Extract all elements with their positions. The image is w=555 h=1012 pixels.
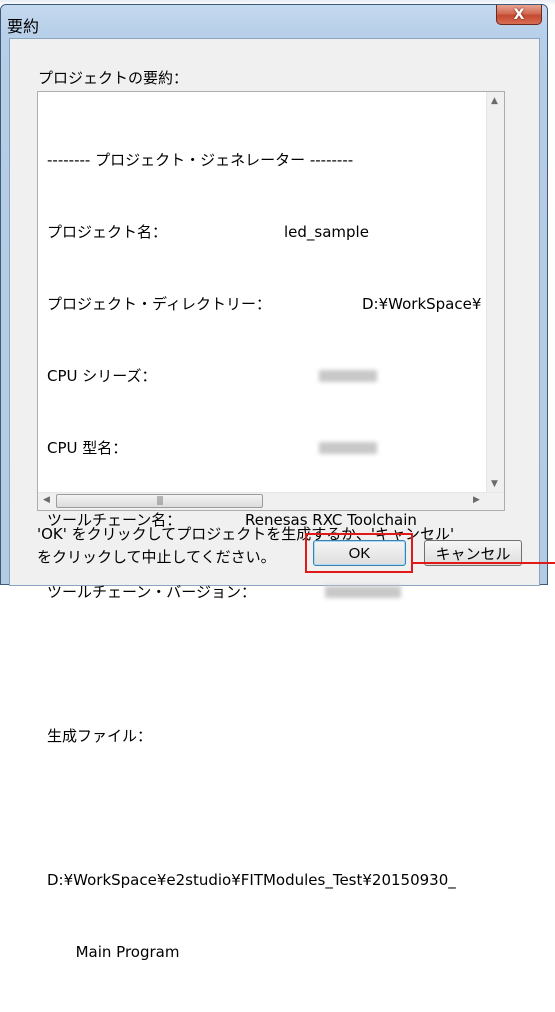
redacted-value <box>319 370 377 382</box>
summary-line: プロジェクト名： led_sample <box>47 220 456 244</box>
scroll-up-icon[interactable]: ▲ <box>491 96 498 106</box>
summary-line: プロジェクト・ディレクトリー： D:¥WorkSpace¥ <box>47 292 481 316</box>
scrollbar-thumb[interactable]: ||| <box>56 494 263 508</box>
project-dir-value: D:¥WorkSpace¥ <box>362 295 482 313</box>
summary-line <box>47 652 456 676</box>
summary-line: CPU シリーズ： <box>47 364 456 388</box>
summary-line: -------- プロジェクト・ジェネレーター -------- <box>47 151 354 169</box>
summary-label: プロジェクトの要約： <box>38 69 189 87</box>
scroll-left-icon[interactable]: ◀ <box>43 495 50 505</box>
horizontal-scrollbar[interactable]: ◀ ||| ▶ <box>38 492 504 510</box>
redacted-value <box>319 442 377 454</box>
summary-line <box>47 796 456 820</box>
summary-dialog: 要約 X プロジェクトの要約： -------- プロジェクト・ジェネレーター … <box>0 4 548 961</box>
scroll-right-icon[interactable]: ▶ <box>473 495 480 505</box>
scroll-down-icon[interactable]: ▼ <box>491 479 498 489</box>
ok-highlight-box <box>305 533 413 573</box>
summary-line: D:¥WorkSpace¥e2studio¥FITModules_Test¥20… <box>47 871 456 889</box>
summary-line: CPU 型名： <box>47 436 456 460</box>
close-icon: X <box>513 6 525 23</box>
scroll-corner <box>487 493 504 510</box>
dialog-body: プロジェクトの要約： -------- プロジェクト・ジェネレーター -----… <box>9 38 540 961</box>
callout-line <box>413 562 555 564</box>
summary-line: ツールチェーン・バージョン： <box>47 580 456 604</box>
summary-line: 生成ファイル： <box>47 727 153 745</box>
close-button[interactable]: X <box>496 5 542 25</box>
summary-line: Main Program <box>47 943 180 961</box>
project-name-value: led_sample <box>284 223 369 241</box>
summary-textarea[interactable]: -------- プロジェクト・ジェネレーター -------- プロジェクト名… <box>37 91 505 961</box>
redacted-value <box>325 586 401 598</box>
dialog-title: 要約 <box>7 17 40 36</box>
vertical-scrollbar[interactable]: ▲ ▼ <box>486 92 504 493</box>
